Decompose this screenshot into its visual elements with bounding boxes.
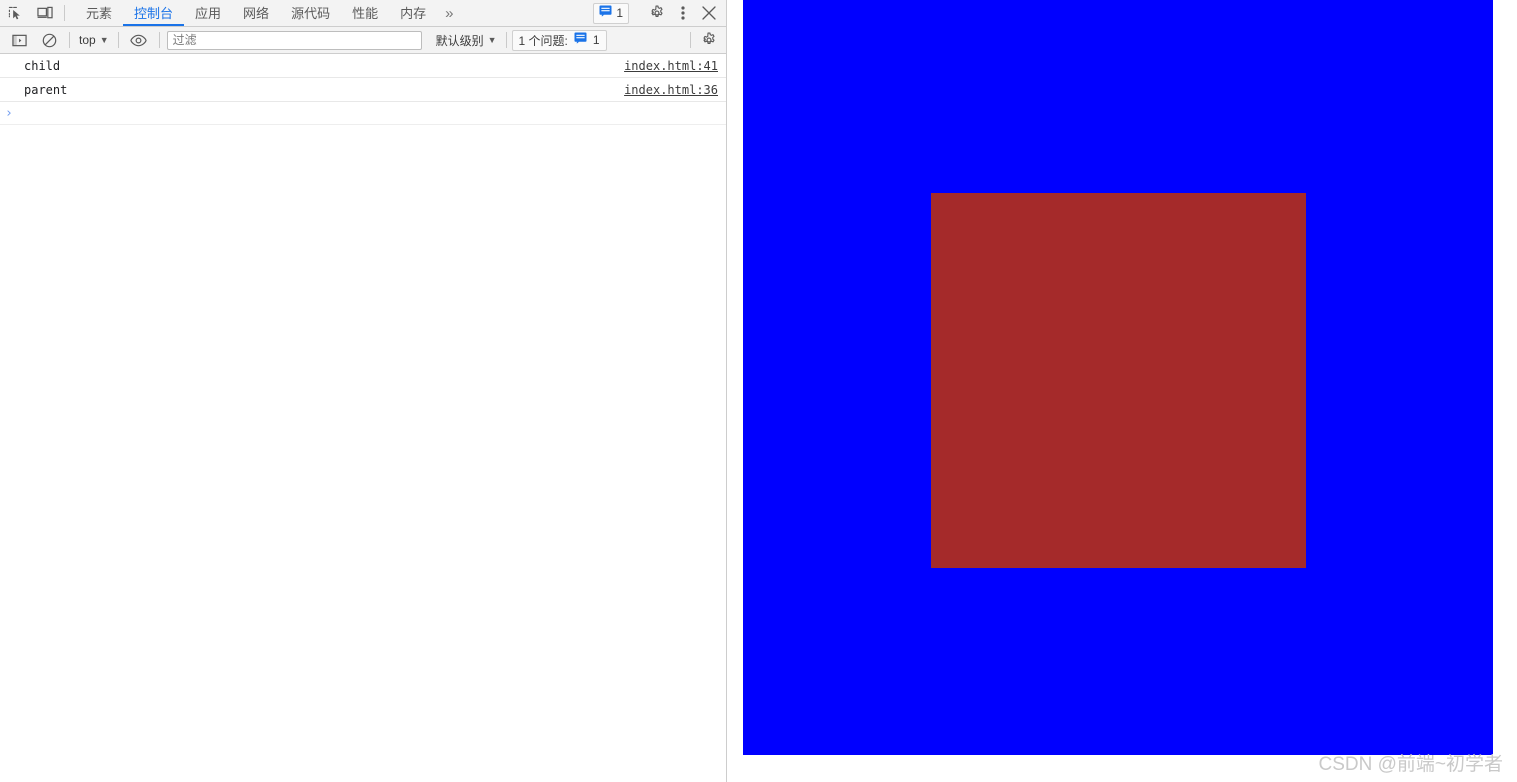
tab-overflow-label: » bbox=[445, 4, 454, 22]
csdn-watermark: CSDN @前端~初学者 bbox=[1318, 754, 1504, 775]
devtools-tabbar: 元素 控制台 应用 网络 源代码 性能 内存 » 1 bbox=[0, 0, 726, 27]
devtools-tabs: 元素 控制台 应用 网络 源代码 性能 内存 » bbox=[75, 0, 461, 26]
filter-input[interactable] bbox=[166, 30, 422, 50]
console-prompt-input[interactable] bbox=[12, 101, 726, 125]
console-message-text: child bbox=[24, 58, 61, 73]
gear-icon[interactable] bbox=[644, 0, 670, 27]
console-sidebar-icon[interactable] bbox=[4, 33, 34, 48]
console-toolbar: top ▼ 默认级别 ▼ 1 个问题: bbox=[0, 27, 726, 54]
console-message-row[interactable]: child index.html:41 bbox=[0, 54, 726, 78]
tab-console-label: 控制台 bbox=[134, 5, 174, 21]
tab-elements-label: 元素 bbox=[86, 5, 113, 21]
tab-network[interactable]: 网络 bbox=[232, 0, 280, 26]
tab-sources-label: 源代码 bbox=[291, 5, 331, 21]
tab-performance[interactable]: 性能 bbox=[341, 0, 389, 26]
devtools-panel: 元素 控制台 应用 网络 源代码 性能 内存 » 1 top ▼ 过滤 默认级别… bbox=[0, 0, 727, 782]
log-level-selector[interactable]: 默认级别 ▼ bbox=[432, 32, 501, 49]
tab-overflow-chevron-icon[interactable]: » bbox=[437, 0, 461, 26]
issues-count: 1 bbox=[616, 6, 623, 20]
issues-badge[interactable]: 1 bbox=[593, 2, 629, 24]
problems-count: 1 bbox=[592, 33, 600, 47]
more-vertical-icon[interactable] bbox=[670, 0, 696, 27]
chevron-down-icon: ▼ bbox=[99, 34, 109, 45]
tabbar-divider bbox=[64, 5, 65, 21]
console-message-row[interactable]: parent index.html:36 bbox=[0, 78, 726, 102]
log-level-label: 默认级别 bbox=[435, 33, 484, 48]
problems-badge[interactable]: 1 个问题: 1 bbox=[511, 29, 607, 51]
page-viewport-outer-box bbox=[743, 0, 1493, 755]
message-icon bbox=[599, 4, 612, 22]
tabbar-right-group: 1 bbox=[593, 0, 726, 26]
tab-console[interactable]: 控制台 bbox=[123, 0, 185, 26]
toolbar-right-group bbox=[685, 27, 722, 54]
page-viewport-inner-box bbox=[931, 193, 1306, 568]
console-output: child index.html:41 parent index.html:36… bbox=[0, 54, 726, 782]
tab-memory[interactable]: 内存 bbox=[389, 0, 437, 26]
console-message-text: parent bbox=[24, 82, 68, 97]
console-message-source-link[interactable]: index.html:41 bbox=[624, 59, 718, 73]
problems-label: 1 个问题: bbox=[518, 33, 568, 48]
tab-sources[interactable]: 源代码 bbox=[280, 0, 341, 26]
console-message-source-link[interactable]: index.html:36 bbox=[624, 83, 718, 97]
tab-application-label: 应用 bbox=[195, 5, 222, 21]
tab-elements[interactable]: 元素 bbox=[75, 0, 123, 26]
console-settings-gear-icon[interactable] bbox=[696, 27, 722, 54]
toolbar-divider-1 bbox=[69, 32, 70, 48]
tab-performance-label: 性能 bbox=[352, 5, 379, 21]
console-prompt-row[interactable]: › bbox=[0, 101, 726, 125]
eye-icon[interactable] bbox=[124, 34, 154, 47]
tab-network-label: 网络 bbox=[243, 5, 270, 21]
tab-application[interactable]: 应用 bbox=[184, 0, 232, 26]
inspect-element-icon[interactable] bbox=[0, 0, 30, 26]
toolbar-divider-5 bbox=[690, 32, 691, 48]
clear-console-icon[interactable] bbox=[34, 33, 64, 48]
execution-context-selector[interactable]: top ▼ bbox=[75, 31, 113, 50]
device-toolbar-icon[interactable] bbox=[30, 0, 60, 26]
message-icon bbox=[574, 31, 587, 49]
close-icon[interactable] bbox=[696, 0, 722, 27]
toolbar-divider-3 bbox=[158, 32, 160, 48]
chevron-down-icon: ▼ bbox=[487, 34, 497, 45]
execution-context-label: top bbox=[79, 33, 96, 47]
tab-memory-label: 内存 bbox=[400, 5, 427, 21]
prompt-chevron-icon: › bbox=[5, 105, 13, 121]
toolbar-divider-2 bbox=[117, 32, 119, 48]
toolbar-divider-4 bbox=[505, 32, 507, 48]
